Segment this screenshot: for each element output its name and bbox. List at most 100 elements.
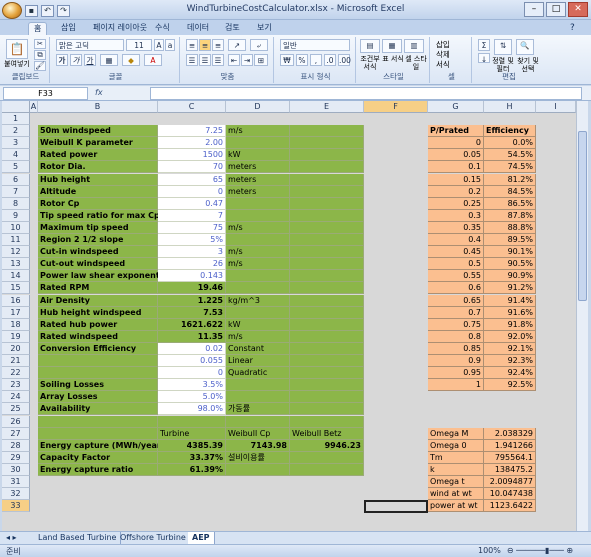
- input-value[interactable]: 5%: [158, 234, 226, 246]
- column-header-c[interactable]: C: [158, 101, 226, 113]
- efficiency-value[interactable]: 91.8%: [484, 318, 536, 331]
- omega-value[interactable]: 138475.2: [484, 463, 536, 476]
- font-color-icon[interactable]: A: [144, 54, 162, 66]
- row-header[interactable]: 25: [2, 403, 30, 416]
- cond-format-label[interactable]: 조건부 서식: [358, 55, 382, 71]
- tab-review[interactable]: 검토: [220, 22, 245, 35]
- scrollbar-thumb[interactable]: [578, 131, 587, 301]
- row-header[interactable]: 5: [2, 161, 30, 174]
- efficiency-value[interactable]: 92.4%: [484, 367, 536, 380]
- efficiency-p-value[interactable]: 1: [428, 379, 484, 392]
- efficiency-value[interactable]: 91.2%: [484, 282, 536, 295]
- wrap-text-icon[interactable]: ⤶: [250, 39, 268, 51]
- omega-value[interactable]: 795564.1: [484, 451, 536, 464]
- row-header[interactable]: 29: [2, 451, 30, 464]
- column-header-f[interactable]: F: [364, 101, 428, 113]
- row-header[interactable]: 14: [2, 270, 30, 283]
- column-header-a[interactable]: A: [30, 101, 38, 113]
- omega-value[interactable]: 2.038329: [484, 427, 536, 440]
- efficiency-value[interactable]: 54.5%: [484, 149, 536, 162]
- column-header-e[interactable]: E: [290, 101, 364, 113]
- omega-value[interactable]: 1.941266: [484, 439, 536, 452]
- efficiency-p-value[interactable]: 0.45: [428, 246, 484, 259]
- efficiency-p-value[interactable]: 0.2: [428, 185, 484, 198]
- currency-icon[interactable]: ₩: [280, 54, 294, 66]
- efficiency-value[interactable]: 87.8%: [484, 209, 536, 222]
- efficiency-p-value[interactable]: 0.1: [428, 161, 484, 174]
- input-value[interactable]: 70: [158, 161, 226, 174]
- conversion-value[interactable]: 0.02: [158, 342, 226, 355]
- row-header[interactable]: 20: [2, 342, 30, 355]
- autosum-icon[interactable]: Σ: [478, 39, 490, 51]
- row-header[interactable]: 30: [2, 463, 30, 476]
- result-weibull-cp[interactable]: [226, 463, 290, 476]
- row-header[interactable]: 6: [2, 173, 30, 186]
- number-format-select[interactable]: 일반: [280, 39, 350, 51]
- result-weibull-betz[interactable]: [290, 451, 364, 464]
- efficiency-p-value[interactable]: 0.25: [428, 197, 484, 210]
- omega-value[interactable]: 2.0094877: [484, 476, 536, 488]
- row-header[interactable]: 23: [2, 379, 30, 392]
- sheet-tab-aep[interactable]: AEP: [188, 532, 215, 544]
- cell-style-icon[interactable]: ▥: [404, 39, 424, 53]
- formula-input[interactable]: [150, 87, 582, 100]
- input-value[interactable]: 7.25: [158, 125, 226, 138]
- computed-value[interactable]: 11.35: [158, 330, 226, 343]
- efficiency-p-value[interactable]: 0.35: [428, 221, 484, 234]
- cut-icon[interactable]: ✂: [34, 39, 46, 49]
- efficiency-value[interactable]: 86.5%: [484, 197, 536, 210]
- efficiency-value[interactable]: 92.5%: [484, 379, 536, 392]
- increase-decimal-icon[interactable]: .0: [324, 54, 336, 66]
- result-weibull-cp[interactable]: 설비이용률: [226, 451, 290, 464]
- row-header[interactable]: 17: [2, 306, 30, 319]
- efficiency-value[interactable]: 92.0%: [484, 330, 536, 343]
- efficiency-p-value[interactable]: 0.85: [428, 342, 484, 355]
- percent-icon[interactable]: %: [296, 54, 308, 66]
- efficiency-value[interactable]: 90.5%: [484, 258, 536, 271]
- help-icon[interactable]: ?: [565, 22, 580, 35]
- tab-formulas[interactable]: 수식: [150, 22, 175, 35]
- efficiency-value[interactable]: 88.8%: [484, 221, 536, 234]
- input-value[interactable]: 1500: [158, 149, 226, 162]
- result-turbine[interactable]: 61.39%: [158, 463, 226, 476]
- result-weibull-betz[interactable]: [290, 463, 364, 476]
- efficiency-value[interactable]: 74.5%: [484, 161, 536, 174]
- computed-value[interactable]: 1621.622: [158, 318, 226, 331]
- fill-color-icon[interactable]: ◆: [122, 54, 140, 66]
- row-header[interactable]: 7: [2, 185, 30, 198]
- row-header[interactable]: 33: [2, 500, 30, 513]
- align-middle-icon[interactable]: ≡: [199, 39, 211, 51]
- loss-value[interactable]: 5.0%: [158, 391, 226, 404]
- font-size-select[interactable]: 11: [126, 39, 152, 51]
- tab-insert[interactable]: 삽입: [56, 22, 81, 35]
- efficiency-value[interactable]: 84.5%: [484, 185, 536, 198]
- efficiency-p-value[interactable]: 0.7: [428, 306, 484, 319]
- tab-page-layout[interactable]: 페이지 레이아웃: [88, 22, 152, 35]
- format-cells-button[interactable]: 서식: [436, 59, 450, 70]
- row-header[interactable]: 16: [2, 294, 30, 307]
- input-value[interactable]: 2.00: [158, 137, 226, 150]
- comma-icon[interactable]: ,: [310, 54, 322, 66]
- sort-filter-icon[interactable]: ⇅: [494, 39, 512, 55]
- efficiency-p-value[interactable]: 0.3: [428, 209, 484, 222]
- align-top-icon[interactable]: ≡: [186, 39, 198, 51]
- bold-icon[interactable]: 가: [56, 54, 68, 66]
- row-header[interactable]: 19: [2, 330, 30, 343]
- efficiency-p-value[interactable]: 0.05: [428, 149, 484, 162]
- efficiency-p-value[interactable]: 0.6: [428, 282, 484, 295]
- input-value[interactable]: 26: [158, 258, 226, 271]
- efficiency-value[interactable]: 0.0%: [484, 137, 536, 150]
- column-header-d[interactable]: D: [226, 101, 290, 113]
- input-value[interactable]: 0.143: [158, 270, 226, 283]
- row-header[interactable]: 13: [2, 258, 30, 271]
- cell-style-label[interactable]: 셀 스타일: [404, 55, 428, 71]
- row-header[interactable]: 21: [2, 355, 30, 367]
- column-header-i[interactable]: I: [536, 101, 576, 113]
- efficiency-value[interactable]: 91.6%: [484, 306, 536, 319]
- result-weibull-betz[interactable]: 9946.23: [290, 439, 364, 452]
- row-header[interactable]: 4: [2, 149, 30, 162]
- find-select-icon[interactable]: 🔍: [516, 39, 534, 55]
- format-painter-icon[interactable]: 🖌: [34, 61, 46, 71]
- row-header[interactable]: 28: [2, 439, 30, 452]
- input-value[interactable]: 65: [158, 173, 226, 186]
